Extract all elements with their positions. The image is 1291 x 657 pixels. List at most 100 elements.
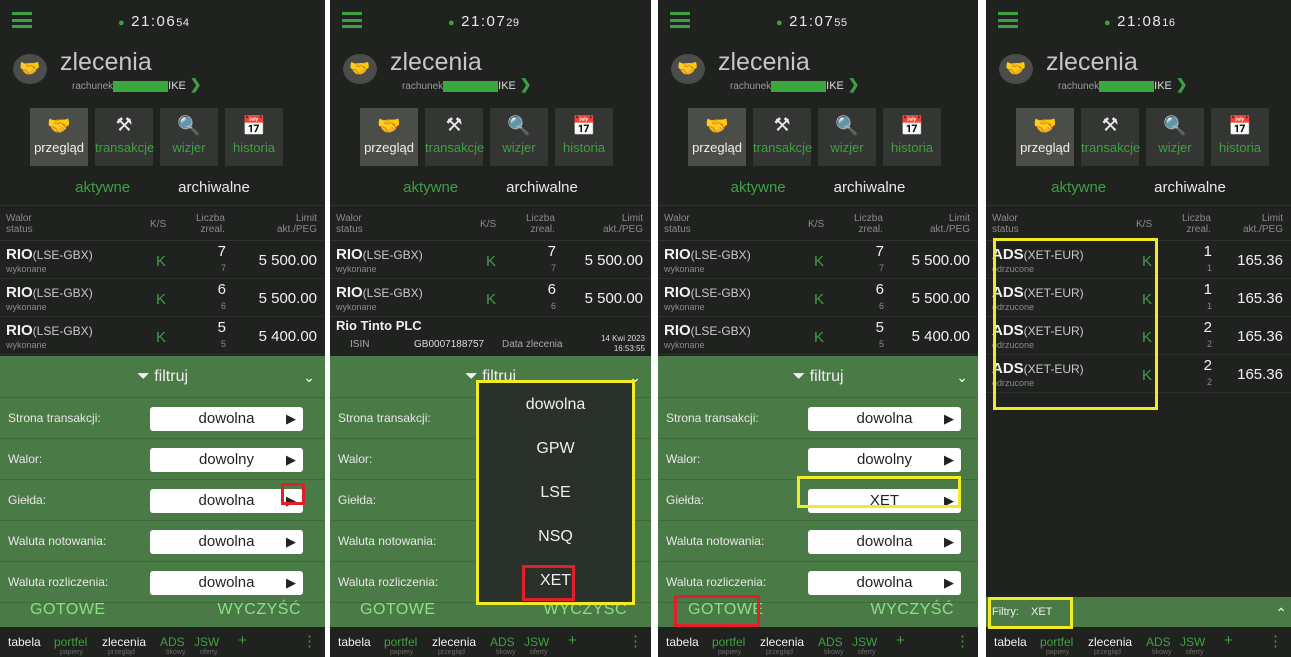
filter-select[interactable]: dowolna ▶ bbox=[150, 530, 303, 554]
bottom-tab[interactable]: JSW bbox=[524, 635, 549, 649]
bottom-tab[interactable]: tabela bbox=[994, 635, 1027, 649]
filter-select[interactable]: dowolna ▶ bbox=[808, 407, 961, 431]
account-selector[interactable]: rachunek IKE ❯ bbox=[402, 76, 532, 93]
row-ks: K bbox=[814, 291, 825, 308]
tab-0[interactable]: 🤝 przegląd bbox=[688, 108, 746, 166]
dropdown-option[interactable]: LSE bbox=[479, 471, 632, 515]
subtab-archive[interactable]: archiwalne bbox=[506, 179, 578, 196]
add-tab-icon[interactable]: + bbox=[568, 632, 577, 649]
bottom-tab[interactable]: portfel bbox=[384, 635, 417, 649]
bottom-tab[interactable]: tabela bbox=[8, 635, 41, 649]
account-selector[interactable]: rachunek IKE ❯ bbox=[730, 76, 860, 93]
bottom-tab[interactable]: ADS bbox=[160, 635, 185, 649]
clear-button[interactable]: WYCZYŚĆ bbox=[218, 601, 302, 619]
tab-2[interactable]: 🔍 wizjer bbox=[818, 108, 876, 166]
table-row[interactable]: RIO(LSE-GBX) wykonane K 7 7 5 500.00 bbox=[658, 241, 978, 279]
bottom-tab[interactable]: tabela bbox=[666, 635, 699, 649]
subtab-active[interactable]: aktywne bbox=[403, 179, 458, 196]
clear-button[interactable]: WYCZYŚĆ bbox=[871, 601, 955, 619]
bottom-tab[interactable]: zlecenia bbox=[1088, 635, 1132, 649]
main-tabs: 🤝 przegląd ⚒ transakcje 🔍 wizjer 📅 historia bbox=[360, 108, 613, 166]
bottom-tab[interactable]: ADS bbox=[1146, 635, 1171, 649]
tab-3[interactable]: 📅 historia bbox=[883, 108, 941, 166]
bottom-tab[interactable]: ADS bbox=[818, 635, 843, 649]
hamburger-menu-icon[interactable] bbox=[342, 12, 362, 28]
more-vertical-icon[interactable]: ⋮ bbox=[302, 632, 317, 650]
table-row[interactable]: RIO(LSE-GBX) wykonane K 7 7 5 500.00 bbox=[0, 241, 325, 279]
filter-select[interactable]: dowolna ▶ bbox=[808, 530, 961, 554]
more-vertical-icon[interactable]: ⋮ bbox=[628, 632, 643, 650]
hamburger-menu-icon[interactable] bbox=[998, 12, 1018, 28]
tab-0[interactable]: 🤝 przegląd bbox=[360, 108, 418, 166]
done-button[interactable]: GOTOWE bbox=[30, 601, 106, 619]
filter-select[interactable]: dowolny ▶ bbox=[150, 448, 303, 472]
subtab-active[interactable]: aktywne bbox=[1051, 179, 1106, 196]
bottom-tab[interactable]: zlecenia bbox=[102, 635, 146, 649]
bottom-tab[interactable]: JSW bbox=[852, 635, 877, 649]
bottom-tab[interactable]: portfel bbox=[1040, 635, 1073, 649]
play-arrow-icon: ▶ bbox=[944, 534, 954, 549]
account-type: IKE bbox=[168, 80, 186, 92]
add-tab-icon[interactable]: + bbox=[1224, 632, 1233, 649]
table-row[interactable]: RIO(LSE-GBX) wykonane K 6 6 5 500.00 bbox=[0, 279, 325, 317]
row-market: (LSE-GBX) bbox=[362, 286, 423, 300]
subtab-archive[interactable]: archiwalne bbox=[178, 179, 250, 196]
more-vertical-icon[interactable]: ⋮ bbox=[955, 632, 970, 650]
bottom-tab[interactable]: zlecenia bbox=[760, 635, 804, 649]
subtab-archive[interactable]: archiwalne bbox=[1154, 179, 1226, 196]
tab-0[interactable]: 🤝 przegląd bbox=[30, 108, 88, 166]
subtab-active[interactable]: aktywne bbox=[731, 179, 786, 196]
account-selector[interactable]: rachunek IKE ❯ bbox=[1058, 76, 1188, 93]
subtab-archive[interactable]: archiwalne bbox=[834, 179, 906, 196]
tab-3[interactable]: 📅 historia bbox=[555, 108, 613, 166]
bottom-tab[interactable]: portfel bbox=[54, 635, 87, 649]
filter-select[interactable]: dowolny ▶ bbox=[808, 448, 961, 472]
tab-3[interactable]: 📅 historia bbox=[1211, 108, 1269, 166]
tab-1[interactable]: ⚒ transakcje bbox=[95, 108, 154, 166]
bottom-tab[interactable]: portfel bbox=[712, 635, 745, 649]
tab-0[interactable]: 🤝 przegląd bbox=[1016, 108, 1074, 166]
chevron-down-icon[interactable]: ⌄ bbox=[956, 356, 968, 398]
tab-1[interactable]: ⚒ transakcje bbox=[753, 108, 812, 166]
bottom-tab[interactable]: JSW bbox=[194, 635, 219, 649]
chevron-up-icon[interactable]: ⌃ bbox=[1275, 605, 1287, 622]
tab-1[interactable]: ⚒ transakcje bbox=[1081, 108, 1140, 166]
bottom-tab[interactable]: ADS bbox=[490, 635, 515, 649]
add-tab-icon[interactable]: + bbox=[896, 632, 905, 649]
filter-header[interactable]: ⏷ filtruj ⌄ bbox=[658, 356, 978, 398]
header-liczba: Liczba zreal. bbox=[854, 213, 883, 235]
more-vertical-icon[interactable]: ⋮ bbox=[1268, 632, 1283, 650]
clock-seconds: 54 bbox=[176, 17, 190, 29]
table-row[interactable]: RIO(LSE-GBX) wykonane K 5 5 5 400.00 bbox=[0, 317, 325, 355]
bottom-tab[interactable]: JSW bbox=[1180, 635, 1205, 649]
dropdown-option[interactable]: NSQ bbox=[479, 515, 632, 559]
bottom-tab-sub: oferty bbox=[858, 649, 876, 656]
table-row[interactable]: RIO(LSE-GBX) wykonane K 6 6 5 500.00 bbox=[330, 279, 651, 317]
tab-2[interactable]: 🔍 wizjer bbox=[160, 108, 218, 166]
table-row[interactable]: RIO(LSE-GBX) wykonane K 5 5 5 400.00 bbox=[658, 317, 978, 355]
tab-label: historia bbox=[1219, 140, 1261, 155]
chevron-down-icon[interactable]: ⌄ bbox=[303, 356, 315, 398]
tab-label: wizjer bbox=[172, 140, 206, 155]
dropdown-option[interactable]: GPW bbox=[479, 427, 632, 471]
done-button[interactable]: GOTOWE bbox=[360, 601, 436, 619]
tab-2[interactable]: 🔍 wizjer bbox=[1146, 108, 1204, 166]
filter-label: Walor: bbox=[666, 452, 701, 466]
bottom-tab[interactable]: tabela bbox=[338, 635, 371, 649]
table-row[interactable]: RIO(LSE-GBX) wykonane K 7 7 5 500.00 bbox=[330, 241, 651, 279]
table-row[interactable]: RIO(LSE-GBX) wykonane K 6 6 5 500.00 bbox=[658, 279, 978, 317]
subtab-active[interactable]: aktywne bbox=[75, 179, 130, 196]
live-dot-icon: ● bbox=[118, 17, 127, 29]
dropdown-option[interactable]: dowolna bbox=[479, 383, 632, 427]
tab-1[interactable]: ⚒ transakcje bbox=[425, 108, 484, 166]
bottom-tab[interactable]: zlecenia bbox=[432, 635, 476, 649]
add-tab-icon[interactable]: + bbox=[238, 632, 247, 649]
filter-header[interactable]: ⏷ filtruj ⌄ bbox=[0, 356, 325, 398]
tab-3[interactable]: 📅 historia bbox=[225, 108, 283, 166]
gavel-icon: ⚒ bbox=[445, 115, 463, 136]
filter-select[interactable]: dowolna ▶ bbox=[150, 407, 303, 431]
account-selector[interactable]: rachunek IKE ❯ bbox=[72, 76, 202, 93]
tab-2[interactable]: 🔍 wizjer bbox=[490, 108, 548, 166]
hamburger-menu-icon[interactable] bbox=[12, 12, 32, 28]
hamburger-menu-icon[interactable] bbox=[670, 12, 690, 28]
